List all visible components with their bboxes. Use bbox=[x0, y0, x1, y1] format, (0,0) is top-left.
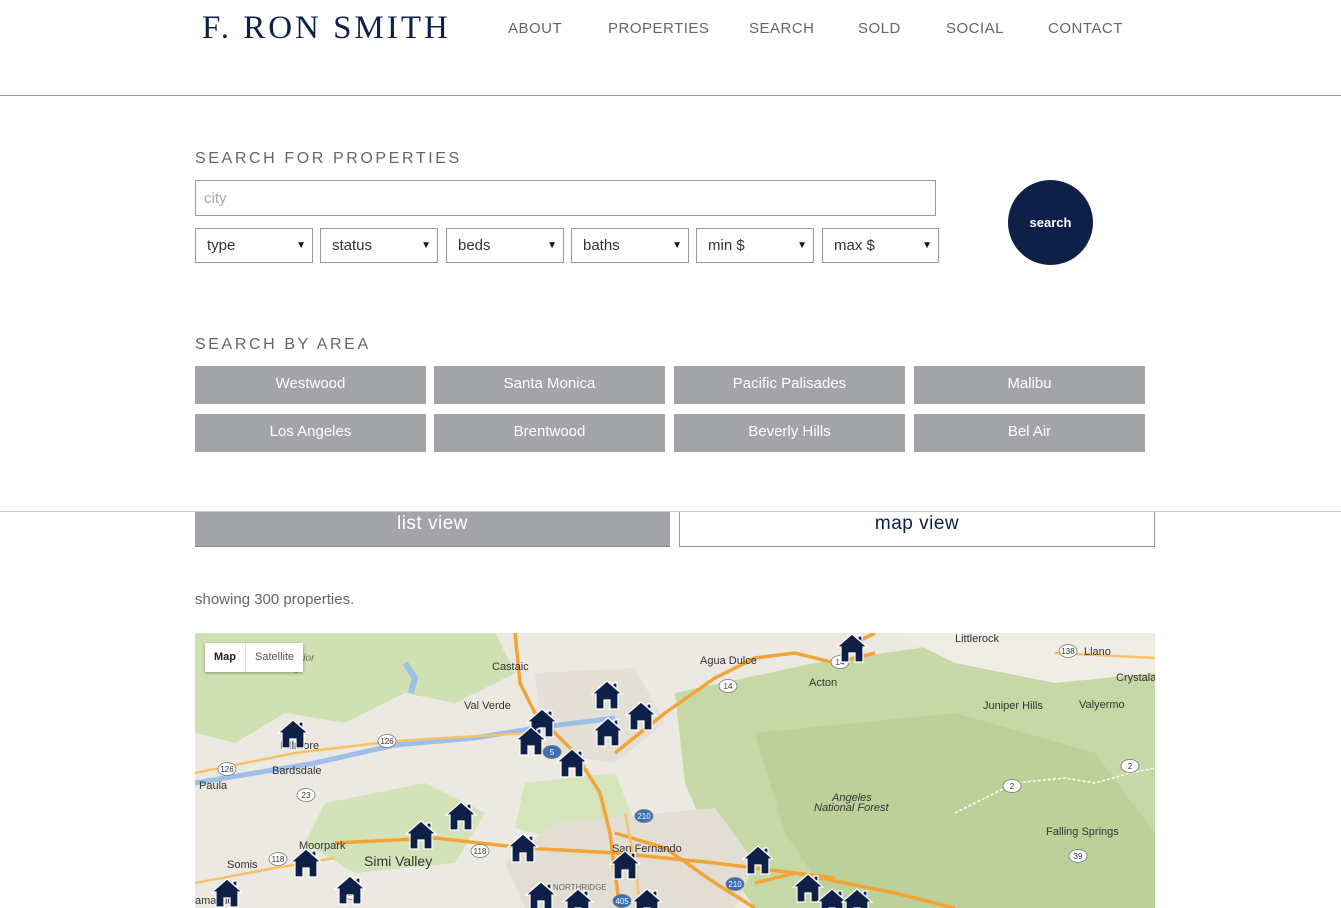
search-section-title: SEARCH FOR PROPERTIES bbox=[195, 150, 462, 167]
status-select[interactable]: status ▼ bbox=[320, 228, 438, 263]
results-count: showing 300 properties. bbox=[195, 591, 355, 608]
property-pin-icon[interactable] bbox=[289, 848, 323, 878]
chevron-down-icon: ▼ bbox=[672, 240, 682, 251]
header-divider bbox=[0, 95, 1341, 96]
property-pin-icon[interactable] bbox=[608, 850, 642, 880]
type-select[interactable]: type ▼ bbox=[195, 228, 313, 263]
status-select-value: status bbox=[332, 237, 373, 254]
min-price-select-value: min $ bbox=[708, 237, 745, 254]
property-pin-icon[interactable] bbox=[333, 875, 367, 905]
property-pin-icon[interactable] bbox=[815, 888, 849, 908]
area-button-santa-monica[interactable]: Santa Monica bbox=[434, 366, 665, 404]
property-pin-icon[interactable] bbox=[590, 680, 624, 710]
tab-map-view[interactable]: map view bbox=[679, 512, 1155, 547]
property-pin-icon[interactable] bbox=[404, 820, 438, 850]
area-button-bel-air[interactable]: Bel Air bbox=[914, 414, 1145, 452]
nav-sold[interactable]: SOLD bbox=[858, 20, 901, 37]
min-price-select[interactable]: min $ ▼ bbox=[696, 228, 814, 263]
area-button-malibu[interactable]: Malibu bbox=[914, 366, 1145, 404]
tab-list-view[interactable]: list view bbox=[195, 512, 670, 547]
property-pin-icon[interactable] bbox=[524, 881, 558, 908]
nav-social[interactable]: SOCIAL bbox=[946, 20, 1004, 37]
property-pin-icon[interactable] bbox=[591, 717, 625, 747]
property-pin-icon[interactable] bbox=[210, 878, 244, 908]
area-button-beverly-hills[interactable]: Beverly Hills bbox=[674, 414, 905, 452]
beds-select-value: beds bbox=[458, 237, 491, 254]
search-button[interactable]: search bbox=[1008, 180, 1093, 265]
property-map[interactable]: Littlerock Llano Crystala Agua Dulce Act… bbox=[195, 633, 1155, 908]
property-pin-icon[interactable] bbox=[276, 719, 310, 749]
property-pin-icon[interactable] bbox=[514, 726, 548, 756]
type-select-value: type bbox=[207, 237, 236, 254]
city-input[interactable] bbox=[195, 180, 936, 216]
property-pin-icon[interactable] bbox=[624, 701, 658, 731]
property-pin-icon[interactable] bbox=[506, 833, 540, 863]
area-button-los-angeles[interactable]: Los Angeles bbox=[195, 414, 426, 452]
beds-select[interactable]: beds ▼ bbox=[446, 228, 564, 263]
site-logo[interactable]: F. RON SMITH bbox=[202, 10, 451, 47]
baths-select-value: baths bbox=[583, 237, 620, 254]
area-button-westwood[interactable]: Westwood bbox=[195, 366, 426, 404]
property-pin-icon[interactable] bbox=[835, 633, 869, 663]
property-pin-icon[interactable] bbox=[741, 845, 775, 875]
map-type-map-button[interactable]: Map bbox=[205, 643, 245, 672]
nav-search[interactable]: SEARCH bbox=[749, 20, 815, 37]
area-section-title: SEARCH BY AREA bbox=[195, 336, 371, 353]
property-pin-icon[interactable] bbox=[791, 873, 825, 903]
nav-contact[interactable]: CONTACT bbox=[1048, 20, 1123, 37]
chevron-down-icon: ▼ bbox=[797, 240, 807, 251]
property-pin-icon[interactable] bbox=[840, 888, 874, 908]
chevron-down-icon: ▼ bbox=[922, 240, 932, 251]
area-button-brentwood[interactable]: Brentwood bbox=[434, 414, 665, 452]
property-pin-icon[interactable] bbox=[630, 888, 664, 908]
nav-properties[interactable]: PROPERTIES bbox=[608, 20, 709, 37]
chevron-down-icon: ▼ bbox=[296, 240, 306, 251]
map-type-satellite-button[interactable]: Satellite bbox=[245, 643, 303, 672]
max-price-select[interactable]: max $ ▼ bbox=[822, 228, 939, 263]
baths-select[interactable]: baths ▼ bbox=[571, 228, 689, 263]
area-button-pacific-palisades[interactable]: Pacific Palisades bbox=[674, 366, 905, 404]
max-price-select-value: max $ bbox=[834, 237, 875, 254]
property-pin-icon[interactable] bbox=[555, 748, 589, 778]
chevron-down-icon: ▼ bbox=[547, 240, 557, 251]
property-pin-icon[interactable] bbox=[561, 888, 595, 908]
property-pin-icon[interactable] bbox=[444, 801, 478, 831]
property-pins bbox=[210, 633, 874, 908]
nav-about[interactable]: ABOUT bbox=[508, 20, 562, 37]
chevron-down-icon: ▼ bbox=[421, 240, 431, 251]
map-type-toggle: Map Satellite bbox=[205, 643, 304, 672]
